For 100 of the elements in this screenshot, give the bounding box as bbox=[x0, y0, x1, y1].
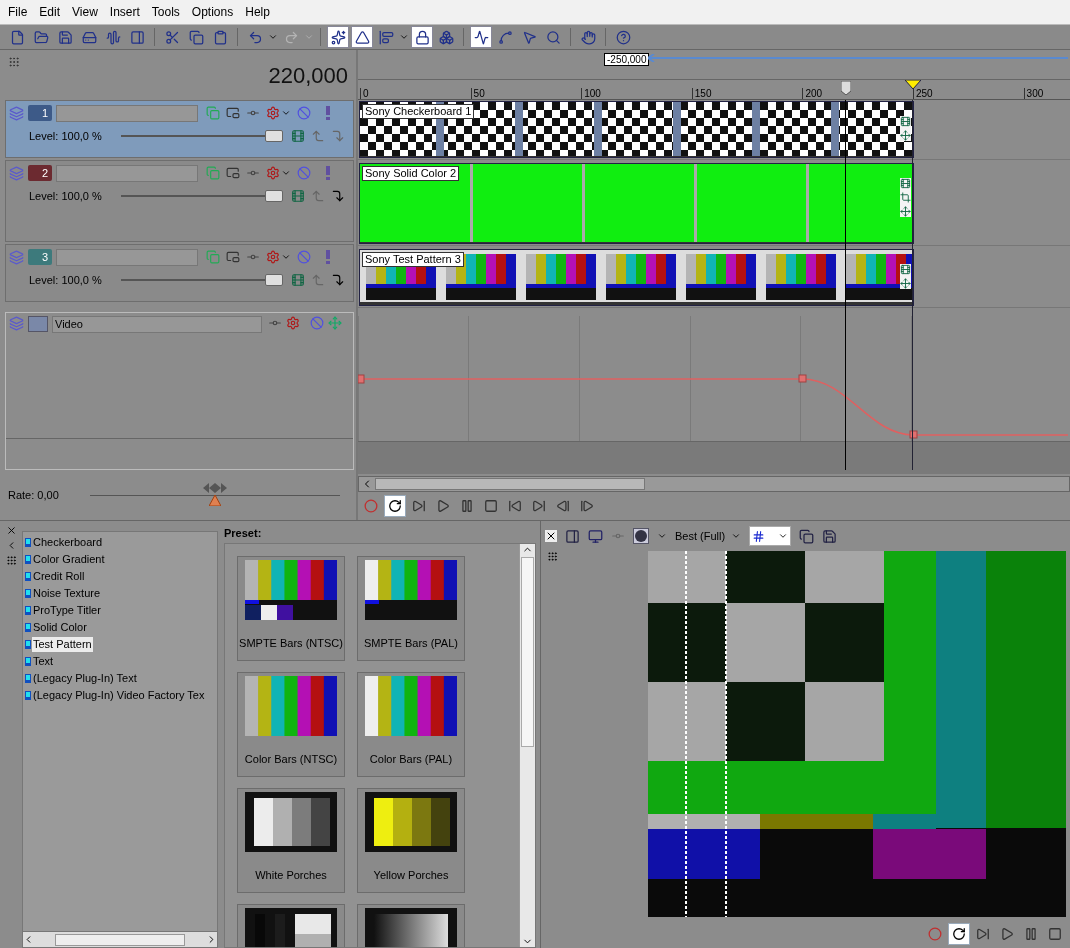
close-icon[interactable] bbox=[5, 525, 17, 536]
preset-card[interactable]: Color Bars (NTSC) bbox=[237, 672, 345, 777]
child-arrow-icon[interactable] bbox=[331, 189, 345, 203]
parent-arrow-icon[interactable] bbox=[311, 129, 325, 143]
film-icon[interactable] bbox=[900, 178, 911, 189]
track-header[interactable]: 3 Level: 100,0 % bbox=[5, 244, 354, 302]
time-ruler[interactable]: 0 50 100 150 200 250 300 bbox=[358, 80, 1070, 100]
track-expander-icon[interactable] bbox=[9, 249, 24, 265]
menu-item[interactable]: Edit bbox=[33, 3, 67, 21]
scroll-thumb[interactable] bbox=[521, 557, 534, 747]
properties-icon[interactable] bbox=[565, 528, 580, 544]
generator-item[interactable]: Credit Roll bbox=[32, 569, 86, 584]
save-frame-icon[interactable] bbox=[822, 528, 838, 544]
overlays-button[interactable] bbox=[749, 526, 792, 546]
video-clip[interactable]: Sony Solid Color 2 bbox=[359, 163, 914, 244]
generator-item[interactable]: Text bbox=[32, 654, 55, 669]
bus-track-header[interactable]: Video bbox=[5, 312, 354, 470]
child-arrow-icon[interactable] bbox=[331, 273, 345, 287]
menu-item[interactable]: View bbox=[66, 3, 104, 21]
slider-thumb[interactable] bbox=[265, 130, 283, 142]
level-slider[interactable] bbox=[121, 190, 283, 202]
mute-icon[interactable] bbox=[297, 250, 311, 264]
solo-icon[interactable] bbox=[325, 166, 331, 180]
generator-item[interactable]: Noise Texture bbox=[32, 586, 102, 601]
mute-icon[interactable] bbox=[297, 166, 311, 180]
level-slider[interactable] bbox=[121, 130, 283, 142]
video-clip[interactable]: Sony Checkerboard 1 bbox=[359, 101, 914, 158]
preset-card[interactable]: White Porches bbox=[237, 788, 345, 893]
quality-dropdown[interactable]: Best (Full) bbox=[675, 527, 742, 545]
track-name-field[interactable] bbox=[56, 164, 198, 182]
solo-icon[interactable] bbox=[325, 106, 331, 120]
gear-icon[interactable] bbox=[266, 166, 280, 180]
mask-icon[interactable] bbox=[226, 250, 240, 264]
loop-button[interactable] bbox=[948, 923, 970, 945]
horizontal-scrollbar[interactable] bbox=[23, 931, 217, 947]
mask-icon[interactable] bbox=[226, 106, 240, 120]
level-slider[interactable] bbox=[121, 274, 283, 286]
preset-card[interactable]: Yellow Porches bbox=[357, 788, 465, 893]
playhead-marker-icon[interactable] bbox=[841, 81, 851, 95]
grip-icon[interactable] bbox=[5, 555, 17, 566]
film-icon[interactable] bbox=[900, 264, 911, 275]
gear-icon[interactable] bbox=[286, 316, 300, 330]
menu-item[interactable]: File bbox=[2, 3, 34, 21]
pan-icon[interactable] bbox=[900, 278, 911, 289]
horizontal-scrollbar[interactable] bbox=[358, 476, 1070, 492]
auto-crossfade-button[interactable] bbox=[327, 26, 349, 48]
crop-icon[interactable] bbox=[900, 192, 911, 203]
menu-item[interactable]: Tools bbox=[145, 3, 186, 21]
slider-thumb[interactable] bbox=[265, 190, 283, 202]
track-expander-icon[interactable] bbox=[9, 165, 24, 181]
generator-item[interactable]: Color Gradient bbox=[32, 552, 106, 567]
rate-slider[interactable] bbox=[90, 481, 340, 509]
grip-icon[interactable] bbox=[8, 56, 20, 68]
solo-icon[interactable] bbox=[325, 250, 331, 264]
preset-card[interactable]: SMPTE Bars (NTSC) bbox=[237, 556, 345, 661]
generator-item[interactable]: (Legacy Plug-In) Video Factory Tex bbox=[32, 688, 206, 703]
gear-icon[interactable] bbox=[266, 250, 280, 264]
split-screen-icon[interactable] bbox=[633, 528, 649, 544]
slider-thumb[interactable] bbox=[265, 274, 283, 286]
film-icon[interactable] bbox=[900, 116, 911, 127]
vertical-scrollbar[interactable] bbox=[519, 544, 535, 947]
monitor-icon[interactable] bbox=[588, 528, 603, 544]
mute-icon[interactable] bbox=[297, 106, 311, 120]
pan-icon[interactable] bbox=[900, 206, 911, 217]
menu-item[interactable]: Help bbox=[239, 3, 276, 21]
lock-envelopes-button[interactable] bbox=[411, 26, 433, 48]
track-header[interactable]: 2 Level: 100,0 % bbox=[5, 160, 354, 242]
snap-button[interactable] bbox=[351, 26, 373, 48]
generator-item[interactable]: ProType Titler bbox=[32, 603, 102, 618]
track-expander-icon[interactable] bbox=[9, 316, 24, 331]
generator-item[interactable]: Test Pattern bbox=[32, 637, 93, 652]
bus-name-field[interactable]: Video bbox=[52, 316, 262, 333]
scroll-thumb[interactable] bbox=[375, 478, 645, 490]
generator-item[interactable]: Solid Color bbox=[32, 620, 88, 635]
pan-icon[interactable] bbox=[900, 130, 911, 141]
caret-icon[interactable] bbox=[281, 168, 291, 178]
film-icon[interactable] bbox=[291, 129, 305, 143]
copy-frame-icon[interactable] bbox=[799, 528, 815, 544]
edit-tool-button[interactable] bbox=[470, 26, 492, 48]
track-name-field[interactable] bbox=[56, 104, 198, 122]
mute-icon[interactable] bbox=[310, 316, 324, 330]
menu-item[interactable]: Options bbox=[185, 3, 240, 21]
caret-icon[interactable] bbox=[657, 531, 667, 541]
grip-icon[interactable] bbox=[547, 551, 558, 562]
track-expander-icon[interactable] bbox=[9, 105, 24, 121]
close-icon[interactable] bbox=[545, 530, 557, 542]
cursor-marker-icon[interactable] bbox=[905, 80, 921, 90]
caret-icon[interactable] bbox=[281, 252, 291, 262]
preset-card[interactable]: SMPTE Bars (PAL) bbox=[357, 556, 465, 661]
rate-thumb[interactable] bbox=[203, 483, 227, 506]
caret-icon[interactable] bbox=[281, 108, 291, 118]
gear-icon[interactable] bbox=[266, 106, 280, 120]
track-name-field[interactable] bbox=[56, 248, 198, 266]
generator-item[interactable]: Checkerboard bbox=[32, 535, 104, 550]
generator-item[interactable]: (Legacy Plug-In) Text bbox=[32, 671, 138, 686]
scroll-thumb[interactable] bbox=[55, 933, 185, 946]
video-clip[interactable]: Sony Test Pattern 3 bbox=[359, 249, 914, 306]
preset-card[interactable]: Color Bars (PAL) bbox=[357, 672, 465, 777]
mask-icon[interactable] bbox=[226, 166, 240, 180]
track-motion-icon[interactable] bbox=[328, 316, 342, 330]
